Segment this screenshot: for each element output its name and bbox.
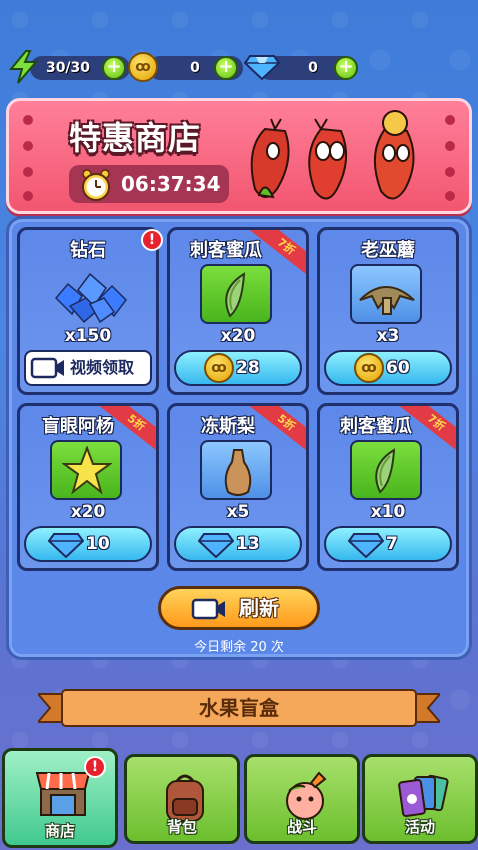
card-quantity: x150 [64, 326, 112, 346]
coin-icon: ꝏ [204, 353, 234, 383]
special-shop-banner: 特惠商店 06:37:34 [6, 98, 472, 214]
coin-icon: ꝏ [354, 353, 384, 383]
item-frame [200, 440, 272, 500]
shop-card-witch-mushroom[interactable]: 老巫蘑 x3 ꝏ 60 [317, 227, 459, 395]
nav-label: 商店 [44, 822, 75, 840]
refresh-label: 刷新 [239, 596, 279, 620]
item-frame [350, 264, 422, 324]
card-title: 钻石 [70, 240, 106, 261]
video-button-label: 视频领取 [70, 358, 135, 377]
coin-add-button[interactable]: + [214, 56, 238, 80]
shop-card-blind-starfruit[interactable]: 盲眼阿杨 5折 x20 10 [17, 403, 159, 571]
diamond-icon [48, 533, 84, 558]
nav-label: 活动 [404, 818, 435, 836]
banner-title: 特惠商店 [69, 119, 202, 157]
melon-slice-icon [375, 448, 396, 494]
resource-bar: 30/30 + 0 ꝏ + 0 + [8, 50, 363, 84]
video-camera-icon [191, 598, 225, 620]
buy-button[interactable]: 10 [24, 526, 152, 562]
diamond-icon [198, 533, 234, 558]
diamond-icon [348, 533, 384, 558]
nav-label: 背包 [166, 818, 197, 836]
shop-card-diamond[interactable]: 钻石 x150 视频领取 [17, 227, 159, 395]
price-value: 7 [386, 534, 398, 554]
energy-value: 30/30 [45, 60, 91, 76]
remaining-refreshes: 今日剩余 20 次 [194, 640, 284, 655]
price-value: 28 [236, 358, 260, 378]
star-fruit-icon [62, 446, 112, 495]
alarm-clock-icon [82, 169, 110, 201]
card-quantity: x20 [220, 326, 256, 346]
item-frame [350, 440, 422, 500]
lightning-icon [8, 50, 39, 84]
pepper-characters-illustration [250, 110, 415, 200]
shop-card-assassin-melon[interactable]: 刺客蜜瓜 7折 x20 ꝏ 28 [167, 227, 309, 395]
buy-button[interactable]: 7 [324, 526, 452, 562]
fruit-blind-box-label: 水果盲盒 [199, 696, 279, 720]
shop-card-frozen-pear[interactable]: 冻斯梨 5折 x5 13 [167, 403, 309, 571]
witch-hat-mushroom-icon [359, 286, 415, 315]
card-quantity: x5 [226, 502, 250, 522]
energy-add-button[interactable]: + [102, 56, 126, 80]
buy-button[interactable]: ꝏ 28 [174, 350, 302, 386]
gem-value: 0 [308, 60, 318, 76]
nav-label: 战斗 [286, 818, 317, 836]
price-value: 13 [236, 534, 260, 554]
fruit-blind-box-banner[interactable]: 水果盲盒 [38, 688, 440, 728]
diamond-icon [244, 55, 280, 80]
coin-icon: ꝏ [128, 52, 158, 82]
pear-icon [224, 449, 252, 496]
card-title: 老巫蘑 [361, 240, 415, 261]
watch-video-button[interactable]: 视频领取 [24, 350, 152, 386]
banner-hole [445, 191, 455, 201]
buy-button[interactable]: ꝏ 60 [324, 350, 452, 386]
notification-badge: ! [141, 229, 163, 251]
banner-hole [445, 115, 455, 125]
card-quantity: x3 [376, 326, 400, 346]
shop-card-assassin-melon-2[interactable]: 刺客蜜瓜 7折 x10 7 [317, 403, 459, 571]
bottom-navigation: 商店 ! 背包 战斗 活动 [0, 748, 478, 850]
banner-hole [23, 167, 33, 177]
diamond-pile-icon [54, 272, 127, 324]
card-quantity: x20 [70, 502, 106, 522]
nav-events[interactable]: 活动 [362, 754, 478, 844]
banner-hole [445, 167, 455, 177]
nav-backpack[interactable]: 背包 [124, 754, 240, 844]
buy-button[interactable]: 13 [174, 526, 302, 562]
coin-value: 0 [190, 60, 200, 76]
price-value: 10 [86, 534, 110, 554]
refresh-button[interactable]: 刷新 [158, 586, 320, 630]
banner-hole [23, 191, 33, 201]
banner-hole [23, 115, 33, 125]
item-frame [200, 264, 272, 324]
nav-battle[interactable]: 战斗 [244, 754, 360, 844]
item-frame [50, 440, 122, 500]
melon-slice-icon [225, 272, 246, 318]
price-value: 60 [386, 358, 410, 378]
video-camera-icon [30, 357, 64, 379]
notification-badge: ! [84, 756, 106, 778]
card-quantity: x10 [370, 502, 406, 522]
gem-add-button[interactable]: + [334, 56, 358, 80]
banner-hole [23, 141, 33, 151]
timer-value: 06:37:34 [121, 172, 221, 196]
banner-hole [445, 141, 455, 151]
countdown-timer: 06:37:34 [69, 165, 229, 203]
